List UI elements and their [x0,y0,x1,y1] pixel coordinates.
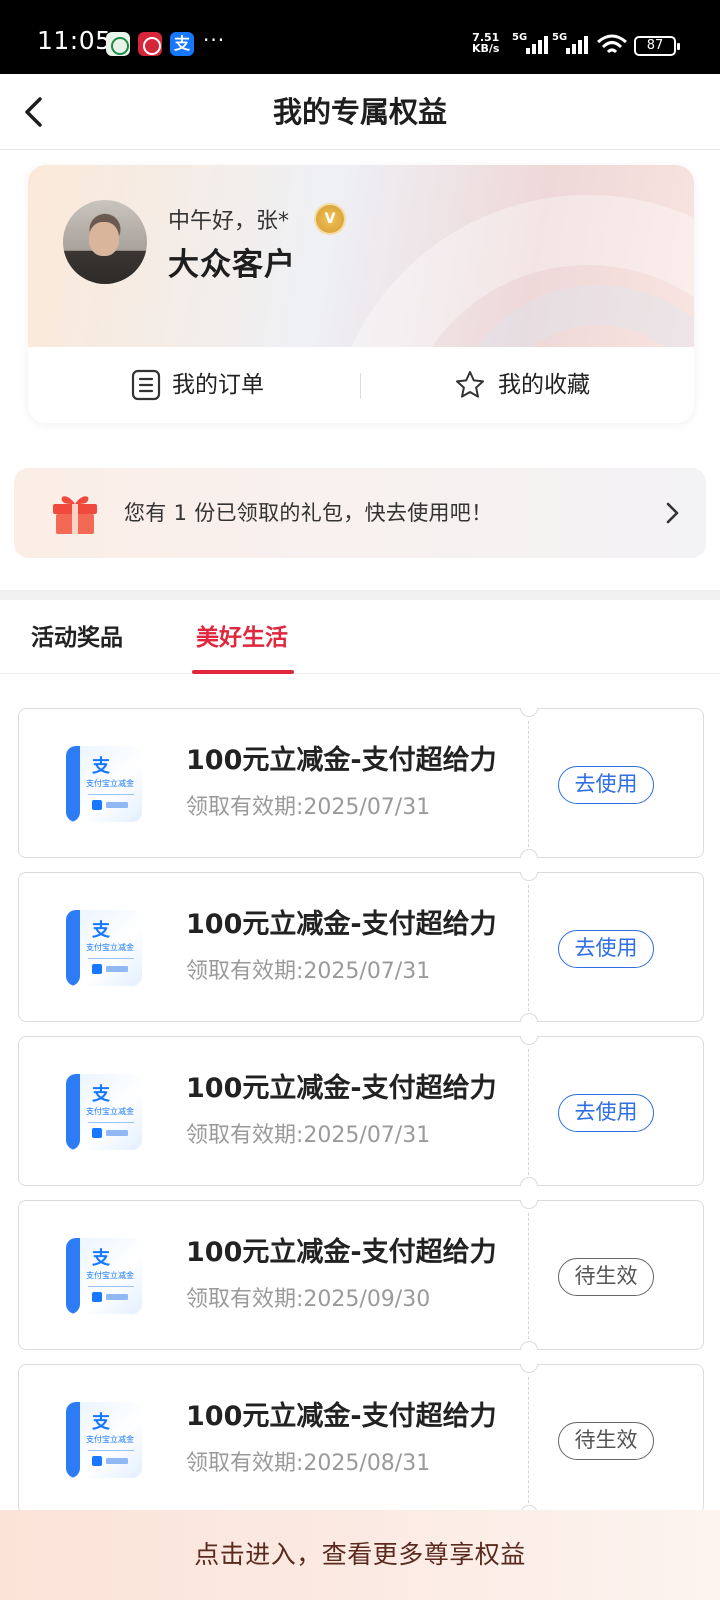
status-bar: 11:05 支 ··· 7.51 KB/s 5G 5G 87 [0,0,720,74]
thumbnail-caption: 支付宝立减金 [86,1435,134,1444]
alipay-coupon-thumbnail: 支 支付宝立减金 [66,1402,142,1478]
coupon-card[interactable]: 支 支付宝立减金 100元立减金-支付超给力 领取有效期:2025/07/31 … [18,1036,704,1186]
coupon-expiry: 领取有效期:2025/07/31 [186,959,431,984]
coupon-card[interactable]: 支 支付宝立减金 100元立减金-支付超给力 领取有效期:2025/08/31 … [18,1364,704,1514]
thumbnail-caption: 支付宝立减金 [86,1271,134,1280]
alipay-coupon-thumbnail: 支 支付宝立减金 [66,1074,142,1150]
back-arrow-icon [25,97,42,127]
network-speed: 7.51 KB/s [472,32,499,54]
coupon-title: 100元立减金-支付超给力 [186,1237,497,1268]
alipay-logo-icon: 支 [92,1412,110,1433]
signal-label-1: 5G [512,32,528,43]
tab-bar: 活动奖品 美好生活 [0,600,720,674]
page-title: 我的专属权益 [272,95,447,129]
coupon-expiry: 领取有效期:2025/07/31 [186,795,431,820]
status-time: 11:05 [37,26,112,55]
coupon-title: 100元立减金-支付超给力 [186,1073,497,1104]
bank-of-china-notification-icon [138,32,162,56]
vip-badge-icon: V [316,205,344,233]
signal-icon-1: 5G [512,32,548,54]
thumbnail-caption: 支付宝立减金 [86,943,134,952]
nav-bar: 我的专属权益 [0,74,720,150]
more-benefits-banner[interactable]: 点击进入，查看更多尊享权益 [0,1510,720,1600]
profile-card: 中午好，张* V 大众客户 我的订单 我的收藏 [28,165,694,423]
more-notifications-icon: ··· [203,28,226,52]
customer-level: 大众客户 [168,247,296,283]
gift-banner[interactable]: 您有 1 份已领取的礼包，快去使用吧！ [14,468,706,558]
coupon-expiry: 领取有效期:2025/08/31 [186,1451,431,1476]
coupon-title: 100元立减金-支付超给力 [186,909,497,940]
tab-activity-prizes[interactable]: 活动奖品 [31,622,123,654]
coupon-title: 100元立减金-支付超给力 [186,745,497,776]
alipay-notification-icon: 支 [170,32,194,56]
alipay-logo-icon: 支 [92,756,110,777]
gift-message: 您有 1 份已领取的礼包，快去使用吧！ [124,501,493,525]
profile-links: 我的订单 我的收藏 [28,347,694,423]
my-favorites-button[interactable]: 我的收藏 [361,347,694,423]
back-button[interactable] [16,88,64,136]
coupon-card[interactable]: 支 支付宝立减金 100元立减金-支付超给力 领取有效期:2025/07/31 … [18,872,704,1022]
greeting-text: 中午好，张* [168,209,290,234]
thumbnail-caption: 支付宝立减金 [86,779,134,788]
my-orders-button[interactable]: 我的订单 [28,347,361,423]
coupon-expiry: 领取有效期:2025/09/30 [186,1287,431,1312]
coupon-title: 100元立减金-支付超给力 [186,1401,497,1432]
coupon-card[interactable]: 支 支付宝立减金 100元立减金-支付超给力 领取有效期:2025/09/30 … [18,1200,704,1350]
gift-icon [53,496,97,534]
use-coupon-button[interactable]: 去使用 [558,766,654,804]
active-tab-indicator [192,670,294,674]
coupon-card[interactable]: 支 支付宝立减金 100元立减金-支付超给力 领取有效期:2025/07/31 … [18,708,704,858]
my-favorites-label: 我的收藏 [498,372,590,398]
star-icon [456,371,484,398]
battery-indicator: 87 [634,36,680,56]
alipay-logo-icon: 支 [92,1084,110,1105]
wifi-icon [597,34,627,54]
coupon-expiry: 领取有效期:2025/07/31 [186,1123,431,1148]
chevron-right-icon [666,502,679,524]
use-coupon-button[interactable]: 去使用 [558,1094,654,1132]
more-benefits-text: 点击进入，查看更多尊享权益 [194,1540,526,1569]
pending-status-badge: 待生效 [558,1258,654,1296]
network-speed-unit: KB/s [472,42,500,55]
section-divider [0,590,720,600]
order-list-icon [131,369,161,401]
bank-app-notification-icon [106,32,130,56]
pending-status-badge: 待生效 [558,1422,654,1460]
avatar[interactable] [63,200,147,284]
signal-icon-2: 5G [552,32,588,54]
use-coupon-button[interactable]: 去使用 [558,930,654,968]
profile-header: 中午好，张* V 大众客户 [28,165,694,347]
my-orders-label: 我的订单 [172,372,264,398]
tab-good-life[interactable]: 美好生活 [196,622,288,654]
alipay-logo-icon: 支 [92,1248,110,1269]
signal-label-2: 5G [552,32,568,43]
alipay-coupon-thumbnail: 支 支付宝立减金 [66,746,142,822]
thumbnail-caption: 支付宝立减金 [86,1107,134,1116]
alipay-coupon-thumbnail: 支 支付宝立减金 [66,1238,142,1314]
alipay-coupon-thumbnail: 支 支付宝立减金 [66,910,142,986]
alipay-logo-icon: 支 [92,920,110,941]
